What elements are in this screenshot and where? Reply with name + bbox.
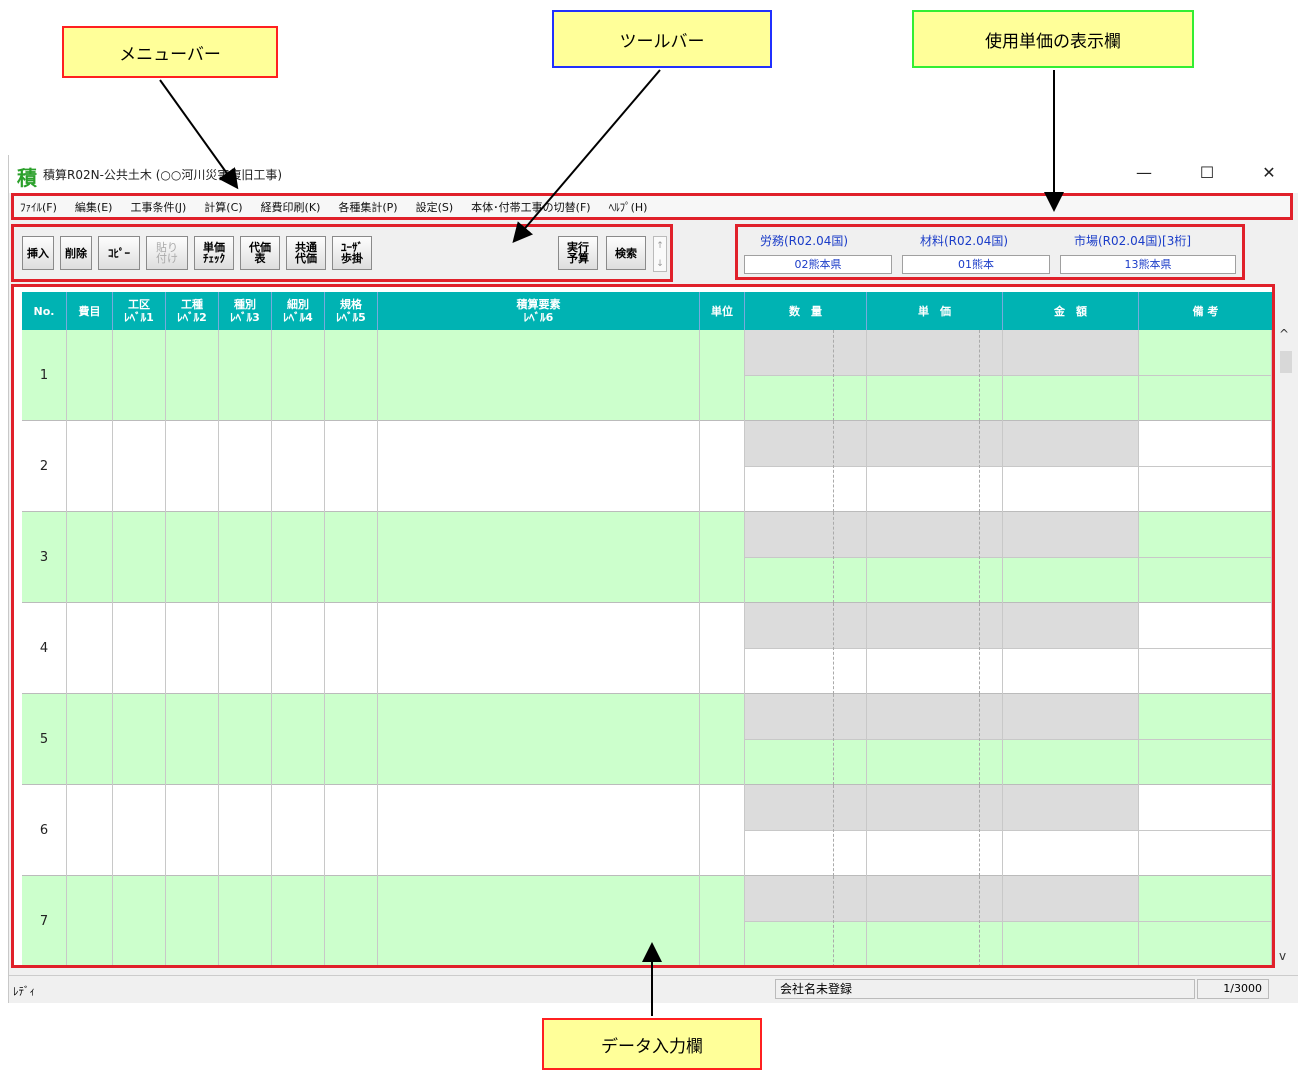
annotation-arrows: [159, 69, 1064, 1016]
